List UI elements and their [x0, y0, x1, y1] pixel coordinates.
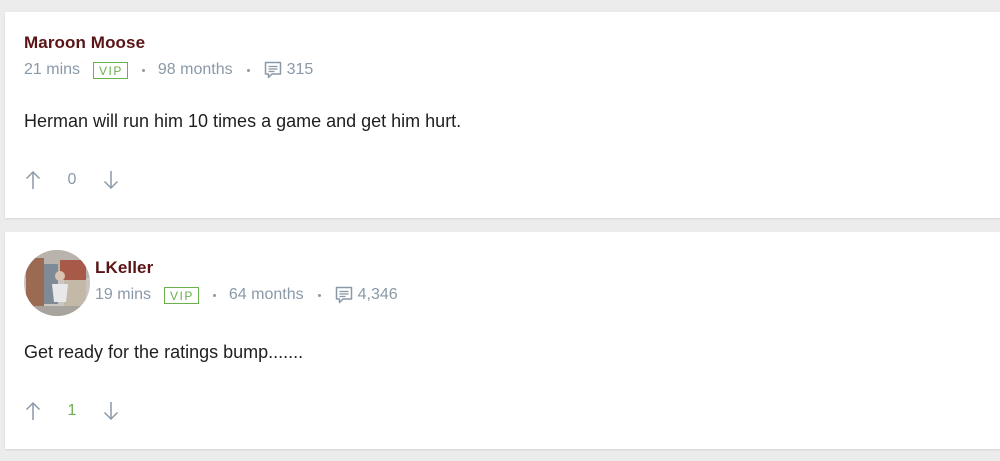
comment-feed: Maroon Moose 21 mins VIP 98 months 315 H…: [0, 0, 1000, 461]
membership-duration: 98 months: [157, 61, 233, 78]
comment-bubble-icon: [334, 285, 354, 305]
separator-dot: [141, 68, 145, 72]
comment-count[interactable]: 4,346: [358, 286, 398, 304]
vote-bar: 0: [24, 168, 120, 192]
vote-score: 0: [67, 171, 77, 188]
comment-body: Get ready for the ratings bump.......: [24, 342, 304, 362]
membership-duration: 64 months: [228, 286, 304, 303]
arrow-up-icon[interactable]: [24, 400, 42, 422]
vip-badge: VIP: [93, 61, 128, 79]
separator-dot: [246, 68, 250, 72]
vip-badge: VIP: [164, 286, 199, 304]
avatar[interactable]: [24, 250, 90, 316]
arrow-down-icon[interactable]: [102, 169, 120, 191]
author-name[interactable]: Maroon Moose: [24, 33, 145, 53]
arrow-up-icon[interactable]: [24, 169, 42, 191]
comment-body: Herman will run him 10 times a game and …: [24, 111, 462, 131]
author-name[interactable]: LKeller: [95, 258, 153, 278]
timestamp: 21 mins: [24, 61, 81, 78]
comment-meta: 21 mins VIP 98 months 315: [24, 60, 313, 80]
separator-dot: [212, 293, 216, 297]
separator-dot: [317, 293, 321, 297]
comment-meta: 19 mins VIP 64 months 4,346: [95, 285, 398, 305]
arrow-down-icon[interactable]: [102, 400, 120, 422]
comment-card: Maroon Moose 21 mins VIP 98 months 315 H…: [5, 12, 1000, 218]
avatar-photo: [24, 250, 90, 316]
comment-card: LKeller 19 mins VIP 64 months 4,346 Get …: [5, 232, 1000, 449]
vote-score: 1: [67, 402, 77, 419]
comment-bubble-icon: [263, 60, 283, 80]
vote-bar: 1: [24, 399, 120, 423]
timestamp: 19 mins: [95, 286, 152, 303]
comment-count[interactable]: 315: [287, 61, 314, 79]
